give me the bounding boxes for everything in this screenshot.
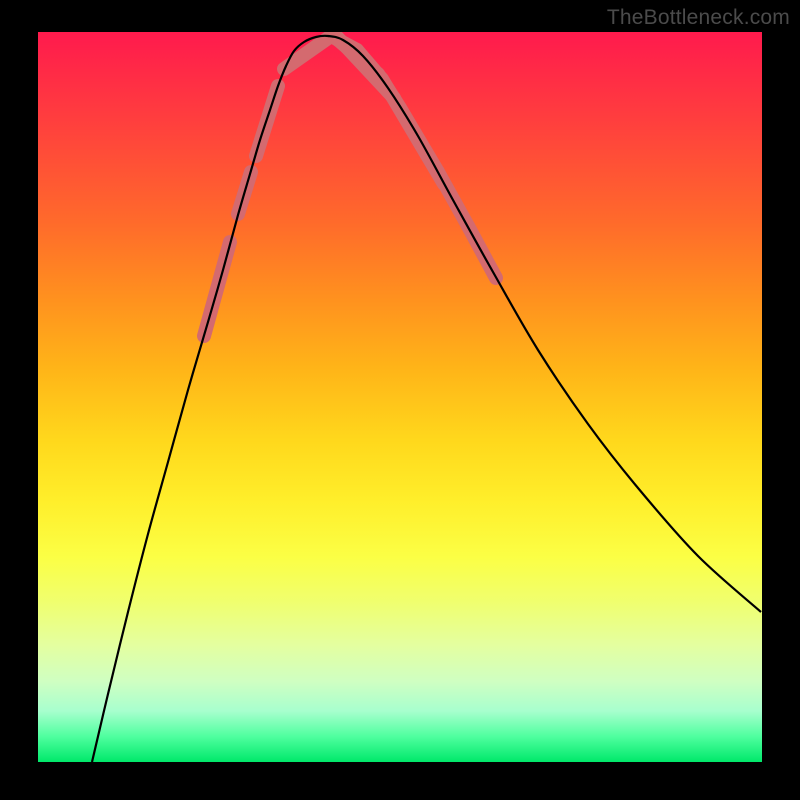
highlight-layer: [204, 36, 496, 336]
chart-svg: [38, 32, 762, 762]
watermark-text: TheBottleneck.com: [607, 6, 790, 30]
chart-frame: TheBottleneck.com: [0, 0, 800, 800]
chart-plot-area: [38, 32, 762, 762]
highlight-segment: [338, 38, 394, 98]
